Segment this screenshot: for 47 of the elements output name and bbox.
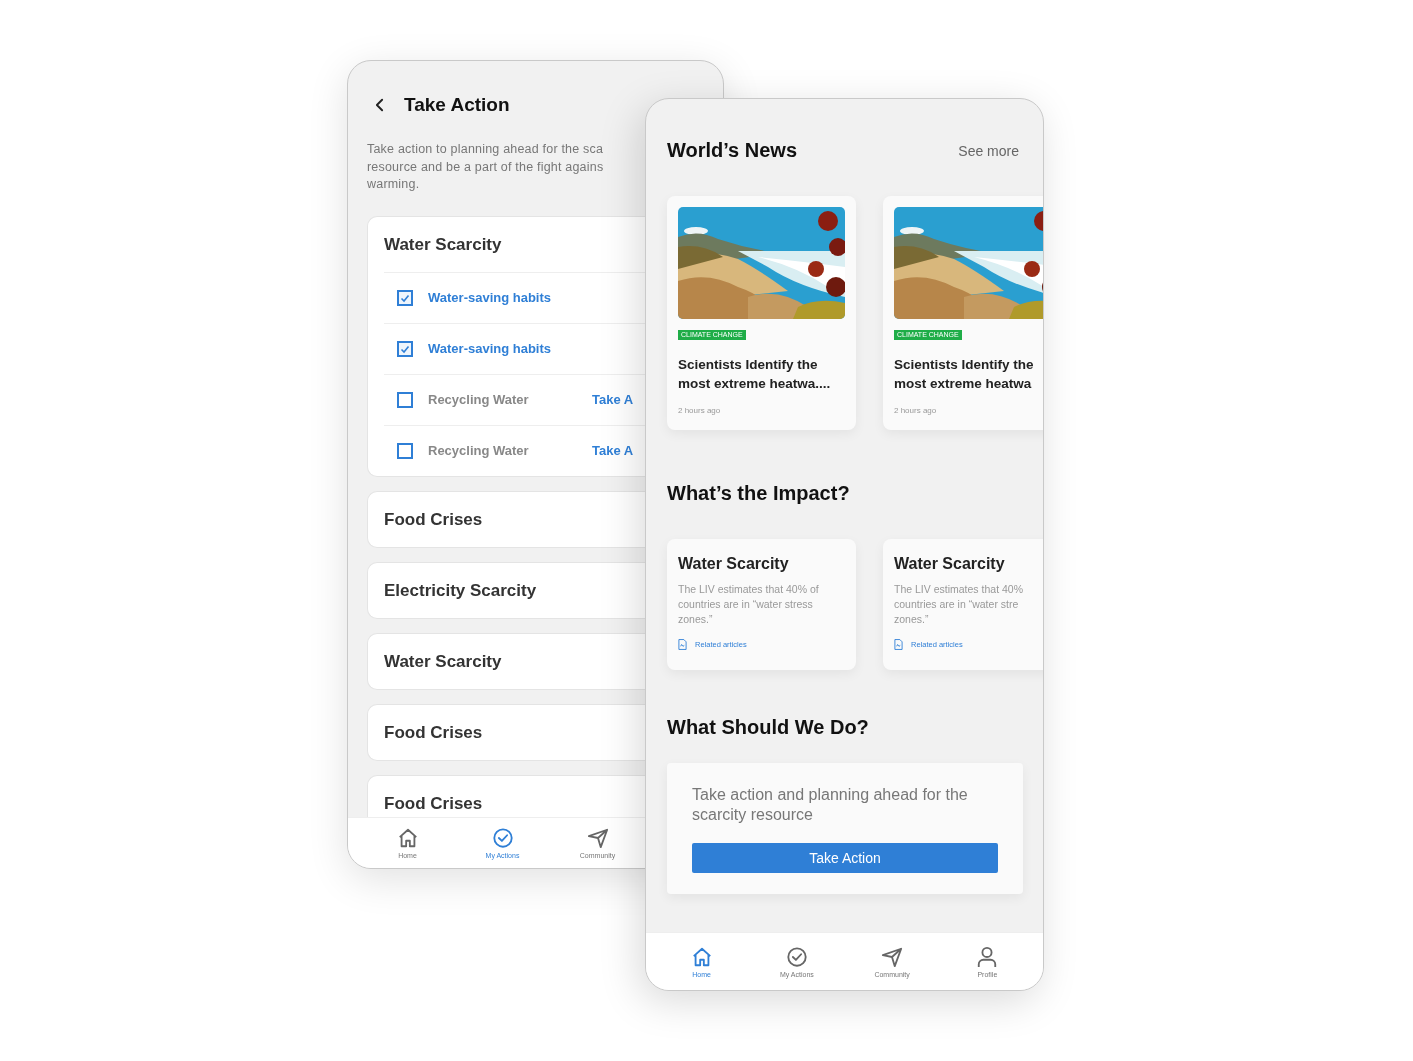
category-title: Food Crises bbox=[384, 721, 484, 744]
check-circle-icon bbox=[491, 827, 514, 849]
check-circle-icon bbox=[785, 945, 808, 968]
card-title: Water Scarcity bbox=[894, 555, 1005, 573]
category-title: Water Scarcity bbox=[384, 650, 503, 673]
document-icon bbox=[678, 639, 687, 650]
back-icon[interactable] bbox=[375, 98, 384, 112]
section-title: World’s News bbox=[667, 139, 798, 162]
home-icon bbox=[396, 827, 419, 849]
take-action-button[interactable]: Take Action bbox=[692, 843, 998, 873]
time-text: 2 hours ago bbox=[678, 406, 721, 415]
category-title: Electricity Scarcity bbox=[384, 579, 538, 602]
see-more-link[interactable]: See more bbox=[958, 142, 1019, 159]
category-card[interactable]: Water Scarcity Water-saving habits Water-saving habits Recycling Water Take A Recycling Water Take A bbox=[367, 215, 645, 477]
section-title: What Should We Do? bbox=[667, 716, 870, 739]
checkbox[interactable] bbox=[397, 391, 413, 408]
category-card[interactable]: Food Crises bbox=[367, 703, 645, 761]
section-title: What’s the Impact? bbox=[667, 482, 851, 505]
category-title: Food Crises bbox=[384, 508, 484, 531]
category-title: Food Crises bbox=[384, 792, 484, 815]
task-label: Recycling Water bbox=[428, 392, 530, 407]
take-action-link[interactable]: Take A bbox=[592, 443, 634, 458]
checkbox[interactable] bbox=[397, 289, 413, 306]
card-text: The LIV estimates that 40% countries are in “water stre zones.” bbox=[894, 582, 1023, 627]
card-text: The LIV estimates that 40% of countries are in “water stress zones.” bbox=[678, 582, 819, 627]
screen-title: Take Action bbox=[404, 94, 510, 116]
category-card[interactable]: Electricity Scarcity bbox=[367, 561, 645, 619]
time-text: 2 hours ago bbox=[894, 406, 937, 415]
card-title: Water Scarcity bbox=[678, 555, 789, 573]
task-label: Water-saving habits bbox=[428, 290, 553, 305]
article-title: Scientists Identify the most extreme heatwa bbox=[894, 356, 1034, 393]
send-icon bbox=[586, 827, 609, 849]
home-icon bbox=[690, 945, 713, 968]
document-icon bbox=[894, 639, 903, 650]
profile-icon bbox=[976, 945, 999, 968]
task-label: Recycling Water bbox=[428, 443, 530, 458]
task-label: Water-saving habits bbox=[428, 341, 553, 356]
category-card[interactable]: Water Scarcity bbox=[367, 632, 645, 690]
checkbox[interactable] bbox=[397, 442, 413, 459]
category-card[interactable]: Food Crises bbox=[367, 490, 645, 548]
send-icon bbox=[881, 945, 904, 968]
article-title: Scientists Identify the most extreme heatwa.... bbox=[678, 356, 831, 393]
take-action-link[interactable]: Take A bbox=[592, 392, 634, 407]
card-text: Take action and planning ahead for the scarcity resource bbox=[692, 785, 969, 825]
category-card[interactable]: Food Crises bbox=[367, 774, 645, 817]
description-text: Take action to planning ahead for the sca resource and be a part of the fight agains warming. bbox=[367, 141, 604, 193]
checkbox[interactable] bbox=[397, 340, 413, 357]
